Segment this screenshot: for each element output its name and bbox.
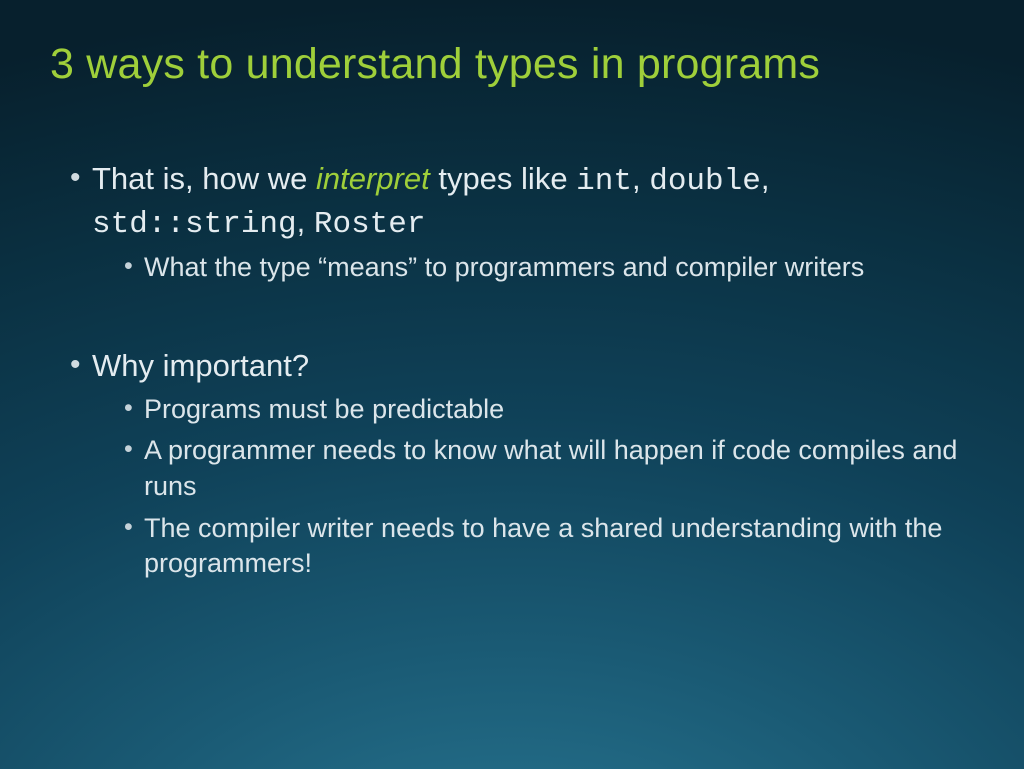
- sub-bullet-shared-understanding: The compiler writer needs to have a shar…: [124, 511, 974, 582]
- bullet-text: ,: [761, 161, 770, 196]
- bullet-text: That is, how we: [92, 161, 316, 196]
- sub-bullet-list: What the type “means” to programmers and…: [92, 250, 974, 286]
- slide-title: 3 ways to understand types in programs: [50, 40, 974, 89]
- bullet-interpret-types: That is, how we interpret types like int…: [70, 159, 974, 286]
- code-double: double: [649, 164, 761, 199]
- bullet-text: ,: [297, 204, 314, 239]
- code-int: int: [576, 164, 632, 199]
- code-std-string: std::string: [92, 207, 297, 242]
- bullet-why-important: Why important? Programs must be predicta…: [70, 346, 974, 582]
- code-roster: Roster: [314, 207, 426, 242]
- bullet-text: Why important?: [92, 348, 309, 383]
- bullet-text: types like: [430, 161, 576, 196]
- bullet-text: ,: [632, 161, 649, 196]
- bullet-list: That is, how we interpret types like int…: [50, 159, 974, 582]
- sub-bullet-predictable: Programs must be predictable: [124, 392, 974, 428]
- accent-interpret: interpret: [316, 161, 430, 196]
- sub-bullet-list: Programs must be predictable A programme…: [92, 392, 974, 582]
- sub-bullet-programmer-knows: A programmer needs to know what will hap…: [124, 433, 974, 504]
- sub-bullet-meaning: What the type “means” to programmers and…: [124, 250, 974, 286]
- slide: 3 ways to understand types in programs T…: [0, 0, 1024, 769]
